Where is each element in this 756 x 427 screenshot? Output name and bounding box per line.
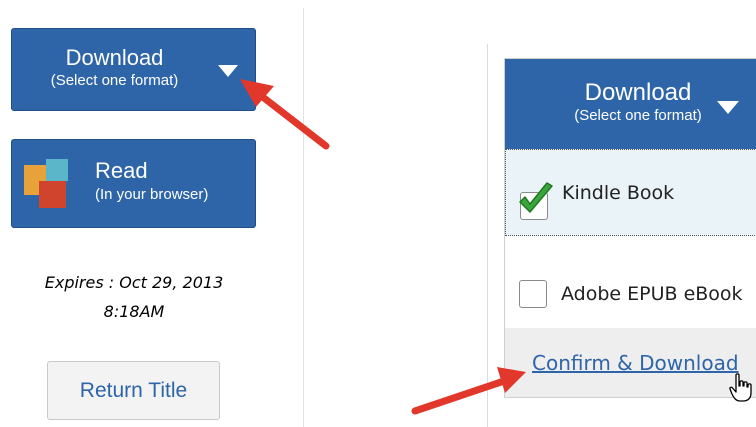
arrow-to-confirm-link	[411, 367, 526, 415]
annotation-arrows	[240, 79, 526, 415]
arrow-to-download-caret	[240, 79, 330, 150]
